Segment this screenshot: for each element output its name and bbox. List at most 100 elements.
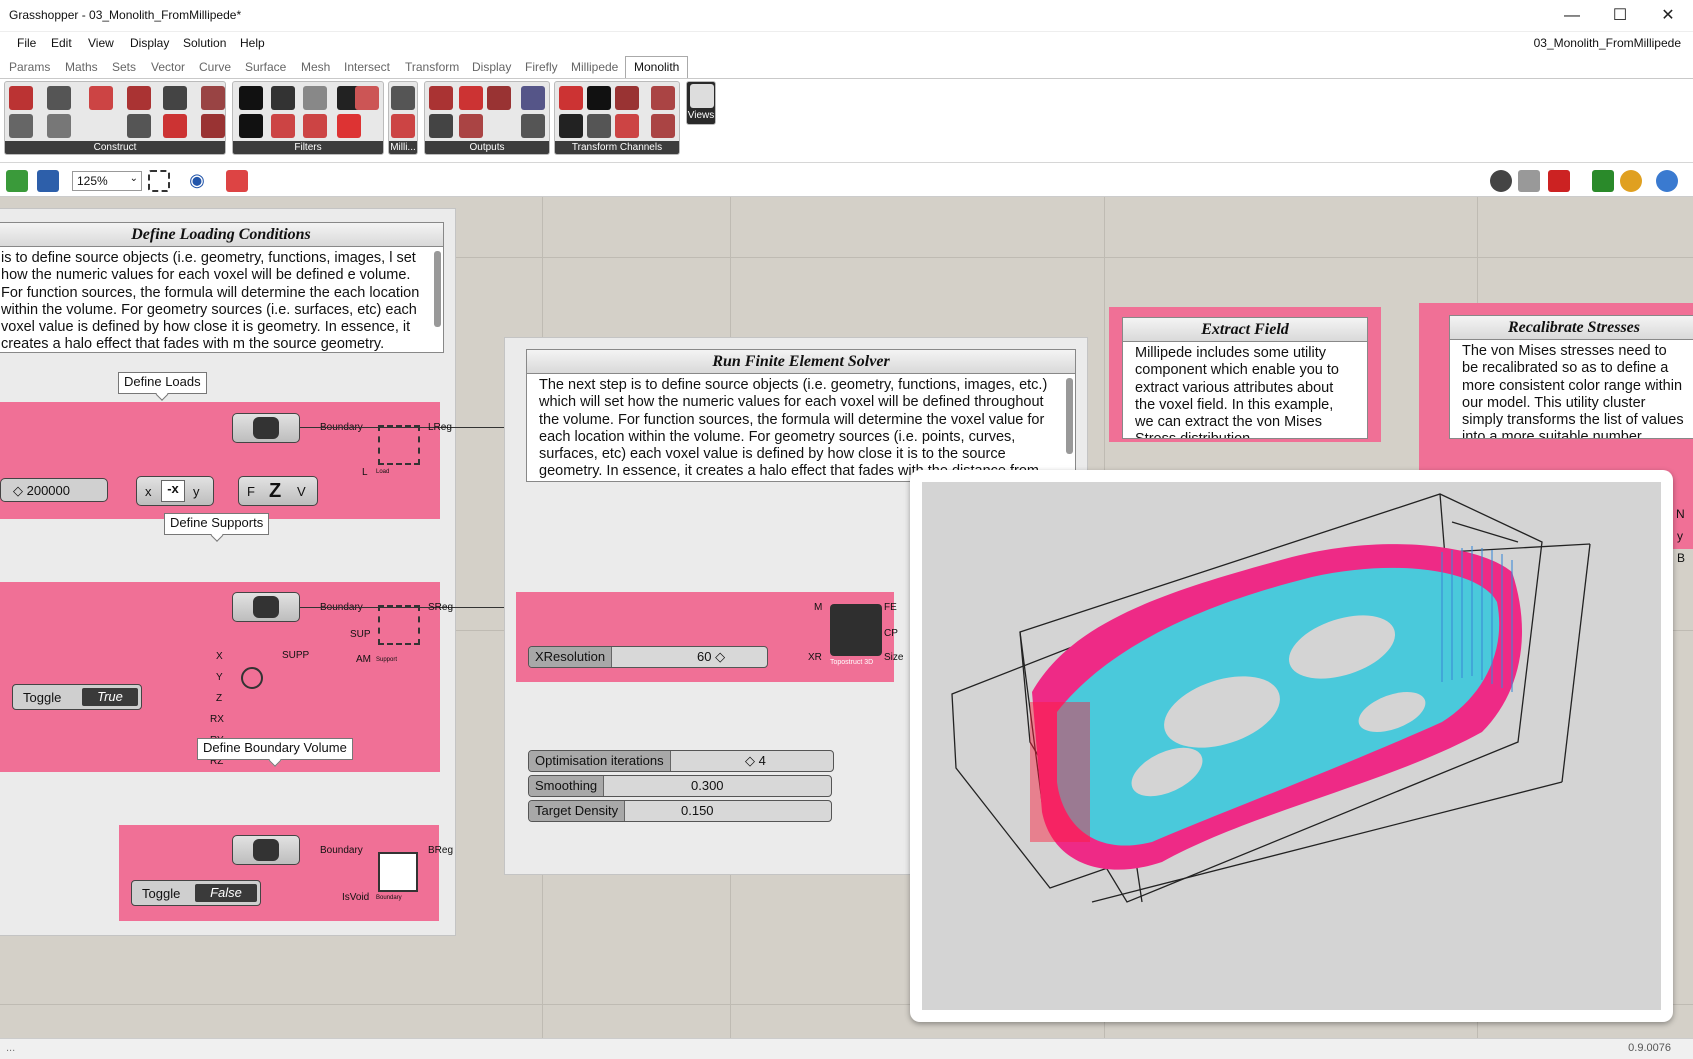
topostruct-3d-icon[interactable] — [830, 604, 882, 656]
smoothing-slider[interactable]: Smoothing 0.300 — [528, 775, 832, 797]
output-plane-icon[interactable] — [459, 114, 483, 138]
target-density-slider[interactable]: Target Density 0.150 — [528, 800, 832, 822]
menu-view[interactable]: View — [88, 36, 114, 50]
close-button[interactable]: ✕ — [1650, 4, 1686, 28]
curve-icon[interactable] — [89, 86, 113, 110]
preview-shaded-icon[interactable] — [1490, 170, 1512, 192]
channel-noise-icon[interactable] — [587, 114, 611, 138]
output-rgb-icon[interactable] — [521, 114, 545, 138]
open-file-icon[interactable] — [6, 170, 28, 192]
millipede-gear-icon[interactable] — [391, 86, 415, 110]
sphere-icon[interactable] — [1656, 170, 1678, 192]
tab-vector[interactable]: Vector — [151, 60, 185, 74]
output-disc-icon[interactable] — [429, 114, 453, 138]
tab-mesh[interactable]: Mesh — [301, 60, 330, 74]
output-grid-icon[interactable] — [459, 86, 483, 110]
filter-blur-icon[interactable] — [239, 86, 263, 110]
menu-edit[interactable]: Edit — [51, 36, 72, 50]
tab-millipede[interactable]: Millipede — [571, 60, 618, 74]
supports-toggle[interactable]: Toggle True — [12, 684, 142, 710]
tab-surface[interactable]: Surface — [245, 60, 286, 74]
tab-maths[interactable]: Maths — [65, 60, 98, 74]
minimize-button[interactable]: — — [1554, 4, 1590, 28]
channel-contrast-icon[interactable] — [587, 86, 611, 110]
boundary-param[interactable] — [232, 835, 300, 865]
zoom-select[interactable]: 125% ⌄ — [72, 171, 142, 191]
stack-icon[interactable] — [163, 114, 187, 138]
xresolution-slider[interactable]: XResolution 60 ◇ — [528, 646, 768, 668]
output-mesh-icon[interactable] — [429, 86, 453, 110]
filter-black-icon[interactable] — [239, 114, 263, 138]
slider-value[interactable]: ◇ 4 — [745, 753, 766, 769]
frame-icon[interactable] — [201, 114, 225, 138]
menu-solution[interactable]: Solution — [183, 36, 226, 50]
bake-icon[interactable] — [1592, 170, 1614, 192]
grid-icon[interactable] — [201, 86, 225, 110]
menu-help[interactable]: Help — [240, 36, 265, 50]
channel-shuffle-icon[interactable] — [615, 114, 639, 138]
cube-icon[interactable] — [9, 114, 33, 138]
comment-scrollbar[interactable] — [434, 251, 441, 327]
save-file-icon[interactable] — [37, 170, 59, 192]
millipede-refresh-icon[interactable] — [391, 114, 415, 138]
filter-network-icon[interactable] — [271, 114, 295, 138]
channel-drop-icon[interactable] — [559, 86, 583, 110]
menu-display[interactable]: Display — [130, 36, 169, 50]
filter-sphere-icon[interactable] — [271, 86, 295, 110]
filter-swirl-icon[interactable] — [355, 86, 379, 110]
voxel-construct-icon[interactable] — [9, 86, 33, 110]
slider-value[interactable]: 0.300 — [691, 778, 724, 793]
loading-conditions-comment[interactable]: Define Loading Conditions is to define s… — [0, 222, 444, 353]
tab-transform[interactable]: Transform — [405, 60, 459, 74]
box-icon[interactable] — [163, 86, 187, 110]
viewport-canvas[interactable] — [922, 482, 1661, 1010]
comment-scrollbar[interactable] — [1066, 378, 1073, 454]
channel-remap-icon[interactable] — [651, 114, 675, 138]
preview-wire-icon[interactable] — [1518, 170, 1540, 192]
function-icon[interactable] — [47, 86, 71, 110]
channel-histogram-icon[interactable] — [559, 114, 583, 138]
image-icon[interactable] — [127, 86, 151, 110]
toggle-value[interactable]: True — [82, 688, 138, 706]
load-icon[interactable] — [378, 425, 420, 465]
boundary-param[interactable] — [232, 592, 300, 622]
output-curve-icon[interactable] — [487, 86, 511, 110]
views-icon[interactable] — [690, 84, 714, 108]
boundary-param[interactable] — [232, 413, 300, 443]
optimisation-iterations-slider[interactable]: Optimisation iterations ◇ 4 — [528, 750, 834, 772]
tab-intersect[interactable]: Intersect — [344, 60, 390, 74]
filter-tree-icon[interactable] — [303, 114, 327, 138]
recalibrate-comment[interactable]: Recalibrate Stresses The von Mises stres… — [1449, 315, 1693, 439]
material-icon[interactable] — [1620, 170, 1642, 192]
tab-firefly[interactable]: Firefly — [525, 60, 558, 74]
layers-icon[interactable] — [127, 114, 151, 138]
slider-value[interactable]: 60 ◇ — [697, 649, 725, 665]
tab-params[interactable]: Params — [9, 60, 50, 74]
filter-mirror-icon[interactable] — [337, 114, 361, 138]
tab-monolith[interactable]: Monolith — [625, 56, 689, 78]
extract-field-comment[interactable]: Extract Field Millipede includes some ut… — [1122, 317, 1368, 439]
channel-scale-icon[interactable] — [651, 86, 675, 110]
solver-comment[interactable]: Run Finite Element Solver The next step … — [526, 349, 1076, 482]
boundary-toggle[interactable]: Toggle False — [131, 880, 261, 906]
slider-value[interactable]: 0.150 — [681, 803, 714, 818]
unit-z-component[interactable]: F Z V — [238, 476, 318, 506]
menu-file[interactable]: File — [17, 36, 36, 50]
channel-transfer-icon[interactable] — [615, 86, 639, 110]
tab-display[interactable]: Display — [472, 60, 511, 74]
rhino-viewport[interactable] — [910, 470, 1673, 1022]
tab-curve[interactable]: Curve — [199, 60, 231, 74]
boundary-box-icon[interactable] — [378, 852, 418, 892]
maximize-button[interactable]: ☐ — [1602, 4, 1638, 28]
preview-eye-icon[interactable]: ◉ — [186, 170, 208, 192]
list-icon[interactable] — [47, 114, 71, 138]
support-icon[interactable] — [378, 605, 420, 645]
negative-component[interactable]: x -x y — [136, 476, 214, 506]
number-slider-200000[interactable]: ◇ 200000 — [0, 478, 108, 502]
output-points-icon[interactable] — [521, 86, 545, 110]
preview-selected-icon[interactable] — [1548, 170, 1570, 192]
filter-gradient-icon[interactable] — [303, 86, 327, 110]
toggle-value[interactable]: False — [195, 884, 257, 902]
sketch-pen-icon[interactable] — [226, 170, 248, 192]
tab-sets[interactable]: Sets — [112, 60, 136, 74]
